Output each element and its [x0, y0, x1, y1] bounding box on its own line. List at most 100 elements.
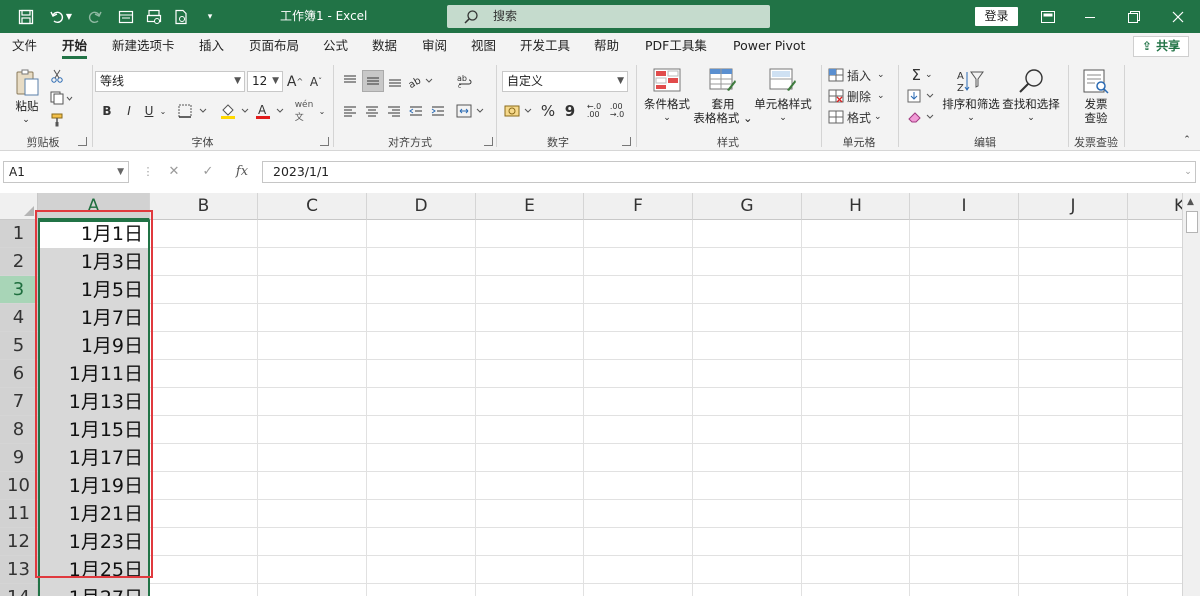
formula-input[interactable]: 2023/1/1 [262, 161, 1196, 183]
orientation-icon[interactable]: ab [407, 71, 435, 91]
sort-filter-icon[interactable]: AZ [954, 67, 986, 95]
column-header-g[interactable]: G [693, 193, 802, 220]
row-header[interactable]: 5 [0, 332, 38, 360]
column-header-e[interactable]: E [476, 193, 584, 220]
select-all-corner[interactable] [0, 193, 38, 220]
column-header-j[interactable]: J [1019, 193, 1128, 220]
cell-styles-label[interactable]: 单元格样式 [752, 97, 814, 111]
align-center-icon[interactable] [362, 101, 382, 121]
bold-button[interactable]: B [98, 101, 116, 121]
cell-a14[interactable]: 1月27日 [39, 584, 149, 596]
increase-font-size-icon[interactable]: A ^ [286, 71, 304, 92]
share-button[interactable]: ⇪ 共享 [1133, 36, 1189, 57]
tab-power-pivot[interactable]: Power Pivot [733, 33, 805, 61]
tab-pdf-tools[interactable]: PDF工具集 [645, 33, 707, 61]
number-format-select[interactable]: 自定义 ▼ [502, 71, 628, 92]
form-icon[interactable] [112, 0, 140, 33]
align-left-icon[interactable] [340, 101, 360, 121]
font-color-icon[interactable]: A [254, 101, 290, 121]
ribbon-display-options-icon[interactable] [1026, 0, 1070, 33]
cell-a9[interactable]: 1月17日 [39, 444, 149, 472]
column-header-d[interactable]: D [367, 193, 476, 220]
decrease-font-size-icon[interactable]: Aˇ [307, 71, 325, 92]
increase-indent-icon[interactable] [428, 101, 448, 121]
column-header-f[interactable]: F [584, 193, 693, 220]
find-select-icon[interactable] [1015, 67, 1047, 95]
format-as-table-label-1[interactable]: 套用 [696, 97, 750, 111]
align-bottom-icon[interactable] [385, 71, 405, 91]
paste-dropdown-icon[interactable]: ⌄ [16, 113, 36, 127]
cell-a2[interactable]: 1月3日 [39, 248, 149, 276]
row-header[interactable]: 3 [0, 276, 38, 304]
document-icon[interactable] [167, 0, 195, 33]
fill-icon[interactable] [905, 87, 939, 105]
cell-a4[interactable]: 1月7日 [39, 304, 149, 332]
tab-help[interactable]: 帮助 [594, 33, 619, 61]
tab-review[interactable]: 审阅 [422, 33, 447, 61]
sort-filter-label[interactable]: 排序和筛选 [940, 97, 1002, 111]
cell-a10[interactable]: 1月19日 [39, 472, 149, 500]
decrease-decimal-icon[interactable]: .00 →.0 [607, 101, 627, 121]
column-header-h[interactable]: H [802, 193, 910, 220]
font-launcher-icon[interactable] [320, 137, 329, 146]
paste-label[interactable]: 粘贴 [12, 99, 42, 113]
scroll-up-icon[interactable]: ▲ [1187, 197, 1194, 207]
close-icon[interactable] [1156, 0, 1200, 33]
tab-new-tab[interactable]: 新建选项卡 [112, 33, 175, 61]
scrollbar-thumb[interactable] [1186, 211, 1198, 233]
autosum-icon[interactable]: Σ ⌄ [905, 66, 939, 84]
column-header-c[interactable]: C [258, 193, 367, 220]
cell-a3[interactable]: 1月5日 [39, 276, 149, 304]
paste-icon[interactable] [12, 67, 42, 99]
conditional-formatting-icon[interactable] [652, 67, 682, 93]
row-header[interactable]: 10 [0, 472, 38, 500]
cell-a1[interactable]: 1月1日 [39, 220, 149, 248]
border-icon[interactable] [177, 101, 213, 121]
row-header[interactable]: 14 [0, 584, 38, 596]
save-icon[interactable] [12, 0, 40, 33]
cell-a13[interactable]: 1月25日 [39, 556, 149, 584]
vertical-scrollbar[interactable]: ▲ [1182, 193, 1200, 596]
row-header[interactable]: 4 [0, 304, 38, 332]
row-header[interactable]: 12 [0, 528, 38, 556]
align-middle-icon[interactable] [362, 70, 384, 92]
tab-developer[interactable]: 开发工具 [520, 33, 570, 61]
merge-center-icon[interactable] [455, 101, 487, 121]
row-header[interactable]: 6 [0, 360, 38, 388]
row-header[interactable]: 8 [0, 416, 38, 444]
accounting-format-icon[interactable] [503, 101, 537, 121]
restore-icon[interactable] [1112, 0, 1156, 33]
column-header-k[interactable]: K [1128, 193, 1182, 220]
row-header[interactable]: 13 [0, 556, 38, 584]
row-header[interactable]: 11 [0, 500, 38, 528]
percent-button[interactable]: % [538, 101, 558, 121]
tab-view[interactable]: 视图 [471, 33, 496, 61]
expand-formula-bar-icon[interactable]: ⌄ [1180, 162, 1196, 182]
clear-icon[interactable] [905, 108, 939, 126]
search-box[interactable]: 搜索 [447, 5, 770, 28]
format-as-table-label-2[interactable]: 表格格式 ⌄ [690, 111, 756, 125]
increase-decimal-icon[interactable]: ←.0.00 [584, 101, 604, 121]
font-name-select[interactable]: 等线 ▼ [95, 71, 245, 92]
format-cells-button[interactable]: 格式 ⌄ [828, 108, 894, 126]
underline-button[interactable]: U [140, 101, 158, 121]
italic-button[interactable]: I [120, 101, 138, 121]
conditional-formatting-label[interactable]: 条件格式 [640, 97, 694, 111]
tab-home[interactable]: 开始 [62, 33, 88, 61]
alignment-launcher-icon[interactable] [484, 137, 493, 146]
row-header[interactable]: 1 [0, 220, 38, 248]
chevron-down-icon[interactable]: ⌄ [660, 111, 674, 125]
invoice-check-label-2[interactable]: 查验 [1074, 111, 1118, 125]
cell-a6[interactable]: 1月11日 [39, 360, 149, 388]
minimize-icon[interactable] [1068, 0, 1112, 33]
enter-icon[interactable]: ✓ [196, 162, 220, 182]
tab-page-layout[interactable]: 页面布局 [249, 33, 299, 61]
phonetic-dropdown-icon[interactable]: ⌄ [316, 101, 328, 121]
chevron-down-icon[interactable]: ⌄ [1024, 111, 1038, 125]
column-header-b[interactable]: B [150, 193, 258, 220]
customize-qat-icon[interactable]: ▾ [196, 0, 224, 33]
insert-function-icon[interactable]: fx [230, 162, 254, 182]
undo-dropdown-icon[interactable]: ▼ [63, 0, 75, 33]
decrease-indent-icon[interactable] [406, 101, 426, 121]
row-header[interactable]: 2 [0, 248, 38, 276]
